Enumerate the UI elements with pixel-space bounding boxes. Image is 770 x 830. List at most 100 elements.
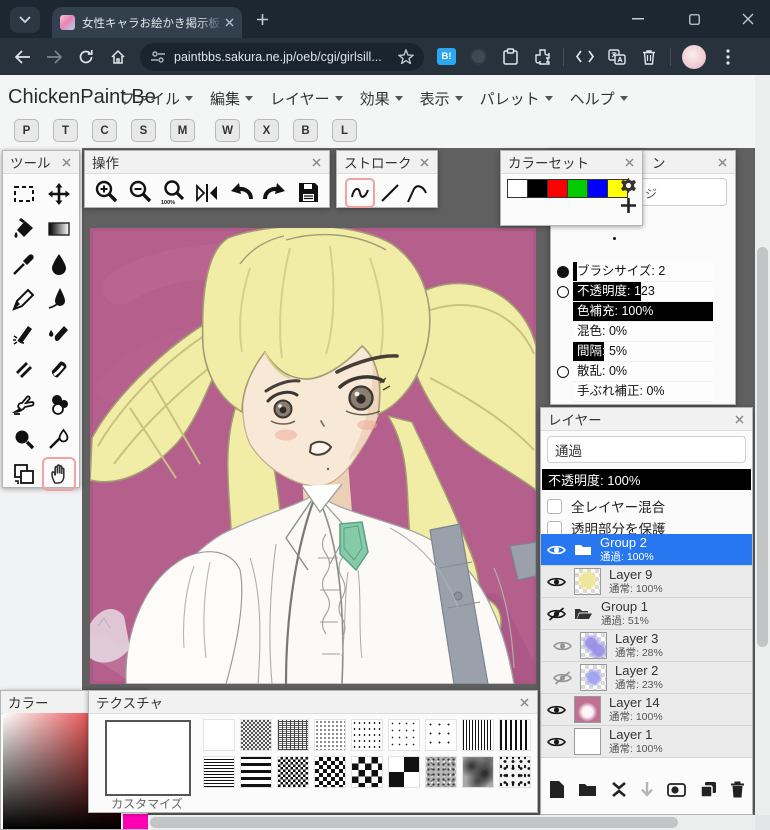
eye-icon[interactable] (545, 736, 567, 748)
zoom-100-button[interactable]: 100% (160, 179, 187, 206)
layer-row-layer1[interactable]: Layer 1通常: 100% (541, 726, 752, 758)
drawing-canvas[interactable] (90, 228, 536, 684)
tool-eyedropper[interactable] (7, 247, 41, 281)
texture-swatch-speckle[interactable] (499, 756, 531, 788)
palette-stroke-header[interactable]: ストローク (337, 151, 437, 174)
brush-tip-field[interactable]: ジ (639, 178, 727, 206)
tool-airbrush[interactable] (7, 317, 41, 351)
layer-row-group1[interactable]: Group 1通過: 51% (541, 598, 752, 630)
tool-gradient[interactable] (42, 212, 76, 246)
texture-swatch-checker-small[interactable] (277, 756, 309, 788)
redo-button[interactable] (261, 181, 289, 205)
texture-swatch-dots-sparser[interactable] (425, 719, 457, 751)
duplicate-layer-button[interactable] (700, 781, 717, 798)
layer-opacity-slider[interactable]: 不透明度: 100% (542, 469, 751, 490)
palette-tool-header[interactable]: ツール (3, 151, 79, 174)
tool-move[interactable] (42, 177, 76, 211)
shortcut-button-t[interactable]: T (53, 119, 78, 142)
texture-swatch-checker-medium[interactable] (314, 756, 346, 788)
flip-view-button[interactable] (194, 181, 220, 205)
blend-mode-select[interactable]: 通過 (547, 436, 746, 463)
shortcut-button-b[interactable]: B (293, 119, 318, 142)
palette-colorset-header[interactable]: カラーセット (501, 151, 642, 174)
shortcut-button-l[interactable]: L (332, 119, 357, 142)
clipboard-button[interactable] (494, 42, 526, 72)
menu-file[interactable]: ファイル (120, 88, 193, 109)
extensions-button[interactable] (526, 42, 558, 72)
move-down-button[interactable] (640, 781, 654, 798)
brush-smoothing-slider[interactable]: 手ぶれ補正: 0% (553, 382, 715, 401)
tool-water[interactable] (42, 247, 76, 281)
tool-burn[interactable] (42, 422, 76, 456)
swatch-green[interactable] (567, 179, 588, 198)
stroke-freehand-button[interactable] (345, 178, 375, 208)
menu-help[interactable]: ヘルプ (570, 88, 628, 109)
eye-hidden-icon[interactable] (545, 607, 567, 621)
eye-hidden-icon[interactable] (551, 671, 573, 685)
texture-swatch-checker-large[interactable] (351, 756, 383, 788)
tool-eraser[interactable] (7, 352, 41, 386)
stroke-bezier-button[interactable] (405, 181, 429, 205)
tab-close-icon[interactable] (225, 18, 234, 27)
menu-view[interactable]: 表示 (420, 88, 463, 109)
window-close-button[interactable] (726, 0, 770, 38)
tool-pen[interactable] (42, 282, 76, 316)
texture-swatch-hlines-thin[interactable] (203, 756, 235, 788)
horizontal-scrollbar-thumb[interactable] (150, 817, 678, 828)
menu-effect[interactable]: 効果 (360, 88, 403, 109)
brush-opacity-slider[interactable]: 不透明度: 123不透明度: 123 (553, 282, 715, 301)
shortcut-button-s[interactable]: S (131, 119, 156, 142)
tab-search-button[interactable] (10, 7, 40, 33)
profile-avatar[interactable] (682, 45, 706, 69)
tool-smudge[interactable] (7, 387, 41, 421)
shortcut-button-w[interactable]: W (215, 119, 240, 142)
texture-swatch-blank[interactable] (203, 719, 235, 751)
eye-icon[interactable] (545, 544, 567, 556)
save-button[interactable] (296, 180, 321, 205)
tool-select[interactable] (7, 177, 41, 211)
palette-close-button[interactable] (733, 413, 745, 425)
menu-palette[interactable]: パレット (480, 88, 553, 109)
zoom-in-button[interactable] (93, 179, 120, 206)
shortcut-button-x[interactable]: X (254, 119, 279, 142)
address-bar[interactable]: paintbbs.sakura.ne.jp/oeb/cgi/girlsill..… (140, 43, 424, 71)
stroke-line-button[interactable] (378, 181, 402, 205)
eye-icon[interactable] (545, 576, 567, 588)
texture-swatch-noise[interactable] (425, 756, 457, 788)
pressure-indicator-filled[interactable] (553, 262, 573, 281)
swatch-blue[interactable] (587, 179, 608, 198)
menu-layer[interactable]: レイヤー (270, 88, 343, 109)
sample-all-layers-checkbox[interactable]: 全レイヤー混合 (547, 496, 665, 516)
texture-swatch-dots-medium[interactable] (351, 719, 383, 751)
url-text[interactable]: paintbbs.sakura.ne.jp/oeb/cgi/girlsill..… (174, 50, 398, 64)
texture-swatch-vlines-thin[interactable] (462, 719, 494, 751)
extension-ball-button[interactable] (470, 48, 487, 65)
add-layer-button[interactable] (549, 780, 565, 799)
layer-row-layer14[interactable]: Layer 14通常: 100% (541, 694, 752, 726)
zoom-out-button[interactable] (127, 179, 154, 206)
window-minimize-button[interactable] (616, 0, 660, 38)
palette-close-button[interactable] (418, 156, 430, 168)
palette-close-button[interactable] (716, 156, 728, 168)
brush-color-slider[interactable]: 色補充: 100%色補充: 100% (553, 302, 715, 321)
palette-close-button[interactable] (518, 696, 530, 708)
swatch-white[interactable] (507, 179, 528, 198)
swatch-red[interactable] (547, 179, 568, 198)
vertical-scrollbar-thumb[interactable] (757, 247, 768, 647)
browser-menu-button[interactable] (712, 42, 744, 72)
tool-watercolor[interactable] (42, 317, 76, 351)
home-button[interactable] (102, 42, 134, 72)
swatch-black[interactable] (527, 179, 548, 198)
trash-button[interactable] (633, 42, 665, 72)
texture-customize-button[interactable]: カスタマイズ (95, 795, 199, 812)
texture-swatch-checker-xlarge[interactable] (388, 756, 420, 788)
tool-soft-eraser[interactable] (42, 352, 76, 386)
back-button[interactable] (6, 42, 38, 72)
tool-hand[interactable] (42, 457, 76, 491)
forward-button[interactable] (38, 42, 70, 72)
pressure-indicator-outline[interactable] (553, 362, 573, 381)
shortcut-button-m[interactable]: M (170, 119, 195, 142)
tool-dot[interactable] (7, 422, 41, 456)
new-tab-button[interactable] (256, 13, 269, 26)
layer-row-layer9[interactable]: Layer 9通常: 100% (541, 566, 752, 598)
